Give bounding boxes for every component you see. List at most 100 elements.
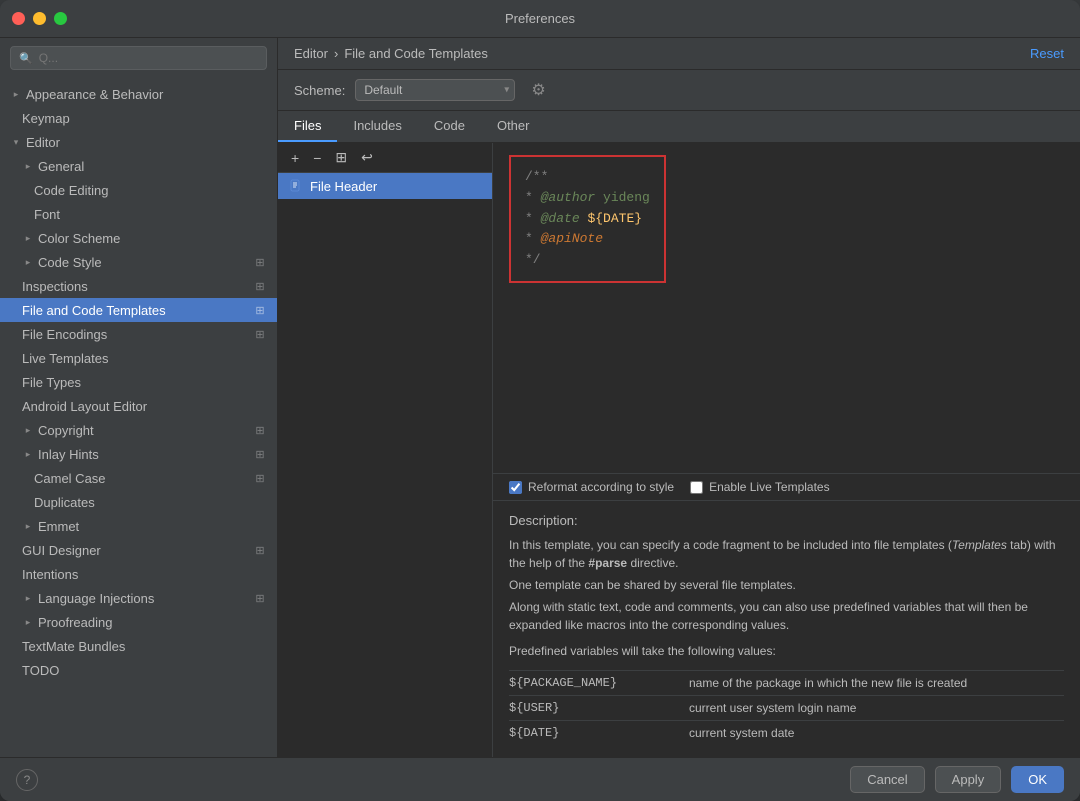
panel-header: Editor › File and Code Templates Reset (278, 38, 1080, 70)
sidebar-item-file-encodings[interactable]: File Encodings ⊞ (0, 322, 277, 346)
var-desc: current system date (689, 724, 794, 742)
description-para-3: Along with static text, code and comment… (509, 598, 1064, 634)
sidebar-item-intentions[interactable]: Intentions (0, 562, 277, 586)
variables-table: ${PACKAGE_NAME} name of the package in w… (509, 670, 1064, 745)
breadcrumb-current: File and Code Templates (344, 46, 488, 61)
chevron-icon (22, 520, 34, 532)
sidebar-item-todo[interactable]: TODO (0, 658, 277, 682)
apply-button[interactable]: Apply (935, 766, 1002, 793)
chevron-icon (22, 424, 34, 436)
sidebar-item-font[interactable]: Font (0, 202, 277, 226)
description-para-1: In this template, you can specify a code… (509, 536, 1064, 572)
copy-icon: ⊞ (253, 255, 267, 269)
description-para-2: One template can be shared by several fi… (509, 576, 1064, 594)
close-button[interactable] (12, 12, 25, 25)
template-list: File Header (278, 173, 492, 757)
sidebar-item-general[interactable]: General (0, 154, 277, 178)
sidebar-item-label: Keymap (22, 111, 70, 126)
content-area: 🔍 Appearance & Behavior Keymap Editor (0, 38, 1080, 757)
sidebar-item-label: Inlay Hints (38, 447, 99, 462)
sidebar-item-inspections[interactable]: Inspections ⊞ (0, 274, 277, 298)
sidebar-item-file-code-templates[interactable]: File and Code Templates ⊞ (0, 298, 277, 322)
template-list-panel: + − ⊞ ↩ (278, 143, 493, 757)
reformat-checkbox[interactable] (509, 481, 522, 494)
sidebar-item-label: GUI Designer (22, 543, 101, 558)
editor-panel: /** * @author yideng * @date ${DATE} * @… (493, 143, 1080, 757)
gear-button[interactable]: ⚙ (525, 78, 551, 102)
breadcrumb-separator: › (334, 46, 338, 61)
code-editor[interactable]: /** * @author yideng * @date ${DATE} * @… (493, 143, 1080, 473)
sidebar-item-color-scheme[interactable]: Color Scheme (0, 226, 277, 250)
main-panel: Editor › File and Code Templates Reset S… (278, 38, 1080, 757)
sidebar-item-label: Code Editing (34, 183, 108, 198)
copy-icon: ⊞ (253, 279, 267, 293)
live-templates-checkbox-label[interactable]: Enable Live Templates (690, 480, 830, 494)
var-name: ${USER} (509, 699, 689, 717)
sidebar-item-appearance[interactable]: Appearance & Behavior (0, 82, 277, 106)
tab-files[interactable]: Files (278, 111, 337, 142)
sidebar-item-label: Color Scheme (38, 231, 120, 246)
search-box[interactable]: 🔍 (10, 46, 267, 70)
window-title: Preferences (505, 11, 575, 26)
sidebar-item-android-layout[interactable]: Android Layout Editor (0, 394, 277, 418)
minimize-button[interactable] (33, 12, 46, 25)
tab-other[interactable]: Other (481, 111, 546, 142)
add-template-button[interactable]: + (286, 148, 304, 168)
chevron-icon (10, 88, 22, 100)
var-name: ${PACKAGE_NAME} (509, 674, 689, 692)
template-item-file-header[interactable]: File Header (278, 173, 492, 199)
var-desc: current user system login name (689, 699, 856, 717)
sidebar-item-keymap[interactable]: Keymap (0, 106, 277, 130)
sidebar-item-proofreading[interactable]: Proofreading (0, 610, 277, 634)
search-input[interactable] (39, 51, 258, 65)
sidebar-item-emmet[interactable]: Emmet (0, 514, 277, 538)
description-para-4: Predefined variables will take the follo… (509, 642, 1064, 660)
sidebar-item-language-injections[interactable]: Language Injections ⊞ (0, 586, 277, 610)
sidebar-item-inlay-hints[interactable]: Inlay Hints ⊞ (0, 442, 277, 466)
sidebar-item-editor[interactable]: Editor (0, 130, 277, 154)
sidebar-item-code-editing[interactable]: Code Editing (0, 178, 277, 202)
copy-template-button[interactable]: ⊞ (330, 147, 352, 168)
scheme-select[interactable]: Default Project (355, 79, 515, 101)
sidebar-item-live-templates[interactable]: Live Templates (0, 346, 277, 370)
copy-icon: ⊞ (253, 327, 267, 341)
variable-row-package: ${PACKAGE_NAME} name of the package in w… (509, 670, 1064, 695)
sidebar-item-code-style[interactable]: Code Style ⊞ (0, 250, 277, 274)
variable-row-user: ${USER} current user system login name (509, 695, 1064, 720)
reset-template-button[interactable]: ↩ (356, 147, 378, 168)
chevron-icon (22, 160, 34, 172)
sidebar-item-camel-case[interactable]: Camel Case ⊞ (0, 466, 277, 490)
sidebar-item-label: Copyright (38, 423, 94, 438)
sidebar-item-label: File Encodings (22, 327, 107, 342)
search-icon: 🔍 (19, 52, 33, 65)
sidebar-item-label: General (38, 159, 84, 174)
reset-button[interactable]: Reset (1030, 46, 1064, 61)
sidebar-item-textmate-bundles[interactable]: TextMate Bundles (0, 634, 277, 658)
sidebar-item-label: Live Templates (22, 351, 108, 366)
copy-icon: ⊞ (253, 303, 267, 317)
remove-template-button[interactable]: − (308, 148, 326, 168)
cancel-button[interactable]: Cancel (850, 766, 924, 793)
sidebar-item-label: File and Code Templates (22, 303, 166, 318)
tab-code[interactable]: Code (418, 111, 481, 142)
copy-icon: ⊞ (253, 447, 267, 461)
reformat-checkbox-label[interactable]: Reformat according to style (509, 480, 674, 494)
copy-icon: ⊞ (253, 543, 267, 557)
ok-button[interactable]: OK (1011, 766, 1064, 793)
tab-includes[interactable]: Includes (337, 111, 417, 142)
content-split: + − ⊞ ↩ (278, 143, 1080, 757)
tabs-row: Files Includes Code Other (278, 111, 1080, 143)
live-templates-checkbox[interactable] (690, 481, 703, 494)
chevron-icon (22, 592, 34, 604)
sidebar-item-copyright[interactable]: Copyright ⊞ (0, 418, 277, 442)
file-icon (288, 178, 304, 194)
help-button[interactable]: ? (16, 769, 38, 791)
maximize-button[interactable] (54, 12, 67, 25)
sidebar-item-file-types[interactable]: File Types (0, 370, 277, 394)
action-buttons: Cancel Apply OK (850, 766, 1064, 793)
sidebar-item-label: Camel Case (34, 471, 106, 486)
sidebar-item-label: Android Layout Editor (22, 399, 147, 414)
list-toolbar: + − ⊞ ↩ (278, 143, 492, 173)
sidebar-item-gui-designer[interactable]: GUI Designer ⊞ (0, 538, 277, 562)
sidebar-item-duplicates[interactable]: Duplicates (0, 490, 277, 514)
